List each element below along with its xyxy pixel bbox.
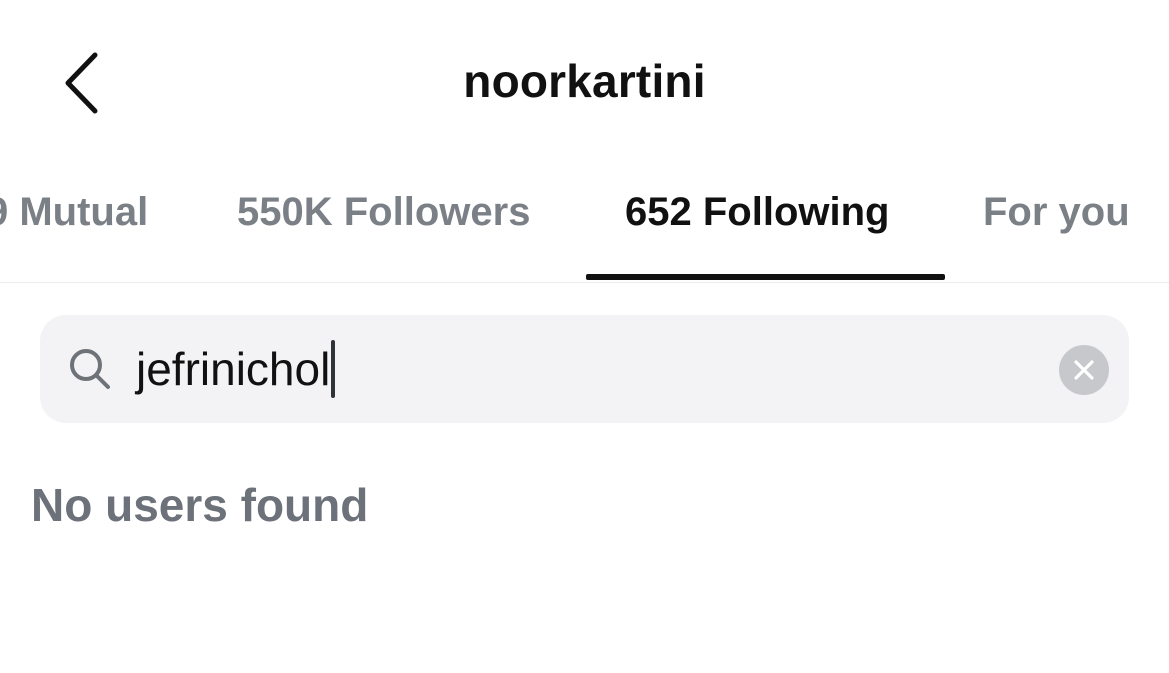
- tab-following[interactable]: 652 Following: [625, 190, 889, 235]
- search-input[interactable]: jefrinichol: [136, 335, 1016, 403]
- active-tab-indicator: [586, 274, 945, 280]
- clear-icon: [1074, 360, 1094, 380]
- page-title: noorkartini: [463, 55, 706, 107]
- tab-bar: 9 Mutual 550K Followers 652 Following Fo…: [0, 160, 1169, 283]
- tab-followers[interactable]: 550K Followers: [237, 190, 530, 235]
- tab-mutual[interactable]: 9 Mutual: [0, 190, 148, 235]
- tab-for-you[interactable]: For you: [983, 190, 1130, 235]
- no-results-message: No users found: [31, 479, 369, 531]
- header: noorkartini: [0, 0, 1169, 160]
- search-input-value: jefrinichol: [136, 343, 331, 395]
- search-icon: [70, 349, 110, 389]
- text-caret: [331, 340, 336, 398]
- search-bar: jefrinichol: [40, 315, 1129, 423]
- clear-search-button[interactable]: [1059, 345, 1109, 395]
